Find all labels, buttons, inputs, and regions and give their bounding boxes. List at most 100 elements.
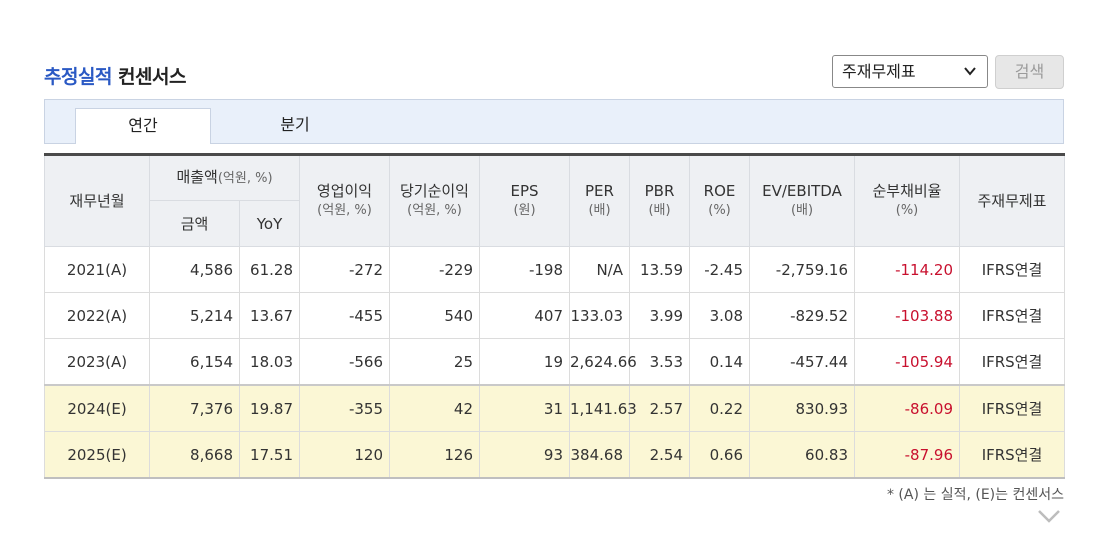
cell-period: 2023(A) xyxy=(44,338,150,386)
table-row-estimate: 2025(E) 8,668 17.51 120 126 93 384.68 2.… xyxy=(44,431,1065,479)
header-op-income-label: 영업이익 xyxy=(316,182,373,200)
header-net-income-unit: (억원, %) xyxy=(407,203,462,218)
table-row-estimate: 2024(E) 7,376 19.87 -355 42 31 1,141.63 … xyxy=(44,384,1065,432)
statement-type-select[interactable]: 주재무제표 xyxy=(832,55,988,88)
header-sales-label: 매출액 xyxy=(176,168,218,186)
cell-net-income: 25 xyxy=(389,338,480,386)
header-ev-ebitda-unit: (배) xyxy=(790,203,814,218)
cell-debt-ratio: -103.88 xyxy=(854,292,960,339)
header-per: PER (배) xyxy=(569,153,630,247)
cell-pbr: 2.54 xyxy=(629,431,690,479)
cell-ev-ebitda: -2,759.16 xyxy=(749,246,855,293)
header-sales-unit: (억원, %) xyxy=(217,171,273,186)
header-sales-yoy: YoY xyxy=(239,200,300,247)
cell-op-income: 120 xyxy=(299,431,390,479)
cell-per: 384.68 xyxy=(569,431,630,479)
table-row: 2022(A) 5,214 13.67 -455 540 407 133.03 … xyxy=(44,292,1065,339)
tab-annual[interactable]: 연간 xyxy=(75,108,211,144)
cell-sales: 8,668 xyxy=(149,431,240,479)
section-title-sub: 컨센서스 xyxy=(118,66,186,88)
cell-eps: -198 xyxy=(479,246,570,293)
cell-statement: IFRS연결 xyxy=(959,292,1065,339)
header-roe-unit: (%) xyxy=(708,203,731,218)
cell-debt-ratio: -114.20 xyxy=(854,246,960,293)
cell-period: 2021(A) xyxy=(44,246,150,293)
cell-statement: IFRS연결 xyxy=(959,338,1065,386)
header-roe: ROE (%) xyxy=(689,153,750,247)
cell-per: 1,141.63 xyxy=(569,384,637,432)
header-debt-ratio: 순부채비율 (%) xyxy=(854,153,960,247)
cell-roe: -2.45 xyxy=(689,246,750,293)
period-tab-bar: 연간 분기 xyxy=(44,99,1064,144)
cell-net-income: 540 xyxy=(389,292,480,339)
search-button[interactable]: 검색 xyxy=(995,55,1064,89)
cell-yoy: 19.87 xyxy=(239,384,300,432)
statement-type-select-value: 주재무제표 xyxy=(842,62,916,81)
header-pbr-unit: (배) xyxy=(648,203,671,218)
cell-op-income: -455 xyxy=(299,292,390,339)
header-eps-label: EPS xyxy=(510,182,539,200)
footnote: * (A) 는 실적, (E)는 컨센서스 xyxy=(886,487,1064,503)
header-pbr: PBR (배) xyxy=(629,153,690,247)
cell-period: 2024(E) xyxy=(44,384,150,432)
cell-op-income: -355 xyxy=(299,384,390,432)
cell-net-income: 126 xyxy=(389,431,480,479)
cell-period: 2022(A) xyxy=(44,292,150,339)
cell-roe: 3.08 xyxy=(689,292,750,339)
chevron-down-icon xyxy=(963,56,977,99)
cell-debt-ratio: -87.96 xyxy=(854,431,960,479)
cell-statement: IFRS연결 xyxy=(959,384,1065,432)
section-title: 추정실적 컨센서스 xyxy=(44,62,186,89)
header-per-unit: (배) xyxy=(588,203,611,218)
cell-roe: 0.14 xyxy=(689,338,750,386)
header-period: 재무년월 xyxy=(44,153,150,247)
cell-sales: 4,586 xyxy=(149,246,240,293)
table-row: 2023(A) 6,154 18.03 -566 25 19 2,624.66 … xyxy=(44,338,1065,386)
cell-statement: IFRS연결 xyxy=(959,431,1065,479)
cell-ev-ebitda: -829.52 xyxy=(749,292,855,339)
consensus-table: 재무년월 매출액(억원, %) 영업이익 (억원, %) 당기순이익 (억원, … xyxy=(44,153,1065,479)
header-pbr-label: PBR xyxy=(644,182,675,200)
cell-per: N/A xyxy=(569,246,630,293)
header-eps: EPS (원) xyxy=(479,153,570,247)
cell-yoy: 13.67 xyxy=(239,292,300,339)
header-debt-ratio-unit: (%) xyxy=(895,203,919,218)
tab-quarterly[interactable]: 분기 xyxy=(227,108,363,144)
header-sales: 매출액(억원, %) xyxy=(149,153,300,201)
cell-per: 133.03 xyxy=(569,292,630,339)
header-roe-label: ROE xyxy=(703,182,736,200)
cell-op-income: -566 xyxy=(299,338,390,386)
header-per-label: PER xyxy=(585,182,614,200)
cell-sales: 5,214 xyxy=(149,292,240,339)
cell-yoy: 17.51 xyxy=(239,431,300,479)
cell-roe: 0.66 xyxy=(689,431,750,479)
cell-yoy: 18.03 xyxy=(239,338,300,386)
cell-pbr: 13.59 xyxy=(629,246,690,293)
header-op-income: 영업이익 (억원, %) xyxy=(299,153,390,247)
cell-ev-ebitda: -457.44 xyxy=(749,338,855,386)
cell-eps: 19 xyxy=(479,338,570,386)
cell-net-income: 42 xyxy=(389,384,480,432)
cell-roe: 0.22 xyxy=(689,384,750,432)
cell-ev-ebitda: 830.93 xyxy=(749,384,855,432)
cell-pbr: 3.53 xyxy=(629,338,690,386)
cell-yoy: 61.28 xyxy=(239,246,300,293)
header-op-income-unit: (억원, %) xyxy=(317,203,372,218)
cell-ev-ebitda: 60.83 xyxy=(749,431,855,479)
table-row: 2021(A) 4,586 61.28 -272 -229 -198 N/A 1… xyxy=(44,246,1065,293)
cell-sales: 6,154 xyxy=(149,338,240,386)
header-net-income: 당기순이익 (억원, %) xyxy=(389,153,480,247)
cell-pbr: 3.99 xyxy=(629,292,690,339)
cell-eps: 31 xyxy=(479,384,570,432)
cell-debt-ratio: -86.09 xyxy=(854,384,960,432)
cell-net-income: -229 xyxy=(389,246,480,293)
cell-eps: 407 xyxy=(479,292,570,339)
cell-statement: IFRS연결 xyxy=(959,246,1065,293)
chevron-down-icon[interactable] xyxy=(1037,508,1061,523)
header-ev-ebitda: EV/EBITDA (배) xyxy=(749,153,855,247)
cell-pbr: 2.57 xyxy=(629,384,690,432)
header-net-income-label: 당기순이익 xyxy=(399,182,469,200)
section-title-main: 추정실적 xyxy=(44,66,112,88)
cell-per: 2,624.66 xyxy=(569,338,637,386)
cell-debt-ratio: -105.94 xyxy=(854,338,960,386)
